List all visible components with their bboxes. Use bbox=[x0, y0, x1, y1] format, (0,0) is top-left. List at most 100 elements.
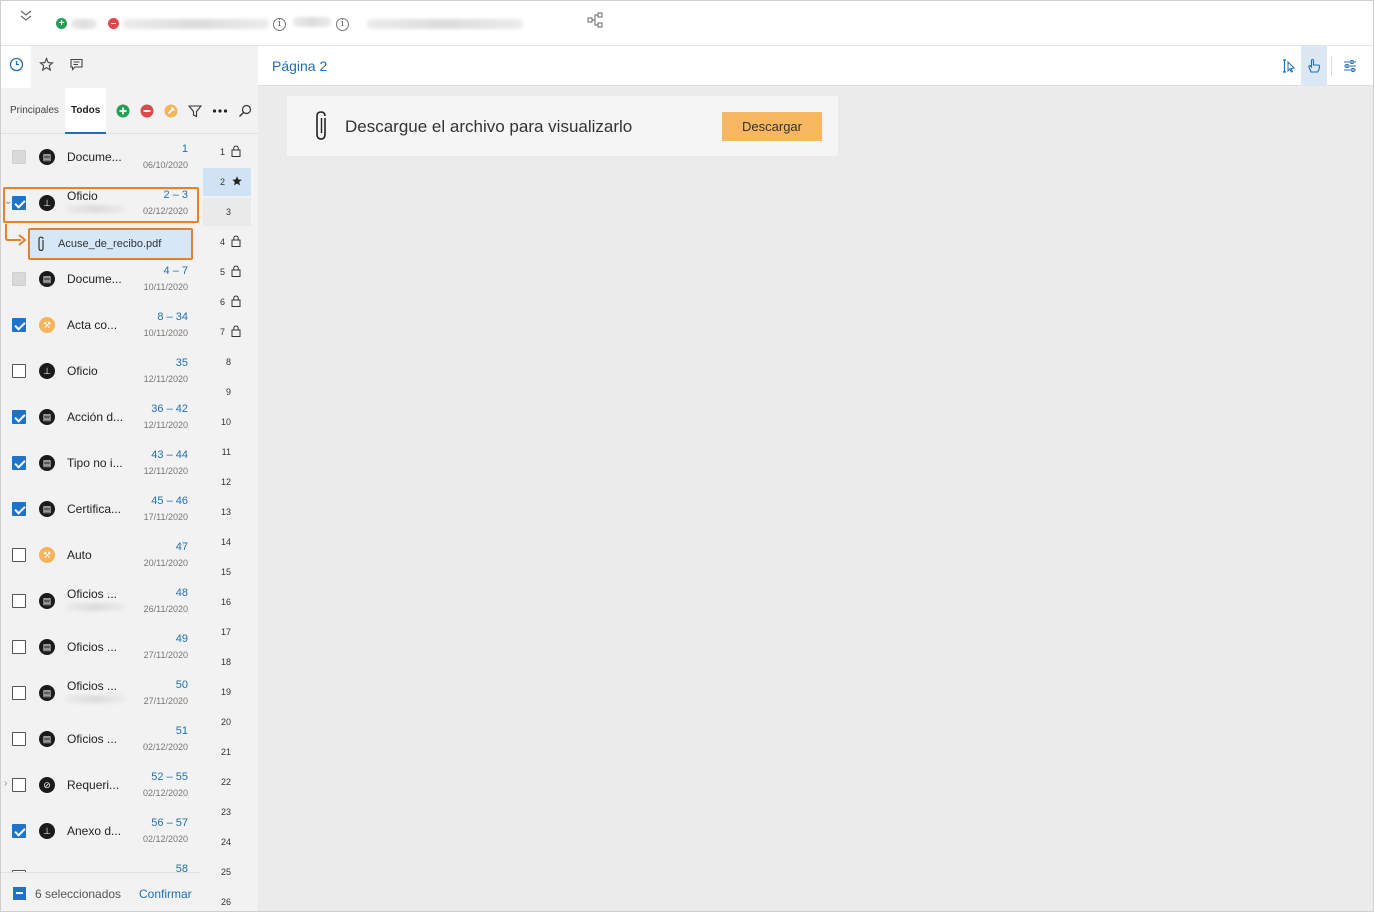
page-thumb-8[interactable]: 8 bbox=[203, 348, 251, 376]
hierarchy-icon[interactable] bbox=[587, 12, 603, 33]
page-thumb-5[interactable]: 5 bbox=[203, 258, 251, 286]
page-thumb-6[interactable]: 6 bbox=[203, 288, 251, 316]
row-page-range[interactable]: 47 bbox=[176, 541, 188, 553]
list-item[interactable]: ▤ Oficios ... 48 26/11/2020 bbox=[1, 578, 201, 624]
list-item[interactable]: ▤ Tipo no i... 43 – 44 12/11/2020 bbox=[1, 440, 201, 486]
list-item[interactable]: ▤ Oficios ... 50 27/11/2020 bbox=[1, 670, 201, 716]
row-page-range[interactable]: 4 – 7 bbox=[164, 265, 188, 277]
page-thumb-17[interactable]: 17 bbox=[203, 618, 251, 646]
page-thumb-10[interactable]: 10 bbox=[203, 408, 251, 436]
row-page-range[interactable]: 48 bbox=[176, 587, 188, 599]
page-thumb-9[interactable]: 9 bbox=[203, 378, 251, 406]
row-page-range[interactable]: 50 bbox=[176, 679, 188, 691]
collapse-chevrons-icon[interactable] bbox=[17, 9, 35, 25]
row-checkbox[interactable] bbox=[12, 732, 26, 746]
row-checkbox[interactable] bbox=[12, 594, 26, 608]
tab-comments[interactable] bbox=[61, 46, 91, 88]
tab-principales[interactable]: Principales bbox=[4, 88, 65, 134]
more-options-icon[interactable] bbox=[212, 104, 228, 118]
remove-document-icon[interactable] bbox=[140, 104, 154, 118]
row-page-range[interactable]: 51 bbox=[176, 725, 188, 737]
list-item[interactable]: ▤ Certifica... 45 – 46 17/11/2020 bbox=[1, 486, 201, 532]
tab-favorites[interactable] bbox=[31, 46, 61, 88]
page-thumb-22[interactable]: 22 bbox=[203, 768, 251, 796]
download-button[interactable]: Descargar bbox=[722, 112, 822, 141]
list-item[interactable]: ⚒ Acta co... 8 – 34 10/11/2020 bbox=[1, 302, 201, 348]
deselect-all-checkbox[interactable] bbox=[13, 887, 26, 900]
page-thumb-2[interactable]: 2 bbox=[203, 168, 251, 196]
attachment-item[interactable]: Acuse_de_recibo.pdf bbox=[28, 228, 193, 260]
info-icon[interactable]: i bbox=[273, 18, 286, 31]
row-checkbox[interactable] bbox=[12, 548, 26, 562]
list-item[interactable]: ⊥ Oficio 35 12/11/2020 bbox=[1, 348, 201, 394]
row-page-range[interactable]: 56 – 57 bbox=[151, 817, 188, 829]
page-thumb-16[interactable]: 16 bbox=[203, 588, 251, 616]
page-number: 3 bbox=[225, 207, 231, 217]
page-thumb-24[interactable]: 24 bbox=[203, 828, 251, 856]
expand-arrow-icon[interactable]: › bbox=[4, 778, 7, 789]
search-icon[interactable] bbox=[238, 104, 252, 118]
row-page-range[interactable]: 52 – 55 bbox=[151, 771, 188, 783]
list-item[interactable]: ▤ Oficios ... 51 02/12/2020 bbox=[1, 716, 201, 762]
page-thumb-1[interactable]: 1 bbox=[203, 138, 251, 166]
tab-history[interactable] bbox=[1, 46, 31, 88]
page-thumb-20[interactable]: 20 bbox=[203, 708, 251, 736]
gavel-filter-icon[interactable] bbox=[164, 104, 178, 118]
list-item[interactable]: ▤ Acción d... 36 – 42 12/11/2020 bbox=[1, 394, 201, 440]
page-number: 4 bbox=[219, 237, 225, 247]
page-thumb-12[interactable]: 12 bbox=[203, 468, 251, 496]
page-thumb-26[interactable]: 26 bbox=[203, 888, 251, 911]
lock-icon bbox=[231, 325, 241, 337]
row-page-range[interactable]: 35 bbox=[176, 357, 188, 369]
settings-sliders-icon[interactable] bbox=[1337, 46, 1363, 86]
page-thumb-4[interactable]: 4 bbox=[203, 228, 251, 256]
page-thumb-19[interactable]: 19 bbox=[203, 678, 251, 706]
info-icon[interactable]: i bbox=[336, 18, 349, 31]
highlight-box bbox=[3, 187, 199, 223]
list-item[interactable]: ▤ Docume... 4 – 7 10/11/2020 bbox=[1, 256, 201, 302]
page-thumb-23[interactable]: 23 bbox=[203, 798, 251, 826]
remove-icon[interactable]: – bbox=[108, 18, 119, 29]
row-checkbox[interactable] bbox=[12, 410, 26, 424]
tab-todos[interactable]: Todos bbox=[65, 88, 107, 134]
row-date: 20/11/2020 bbox=[143, 558, 188, 568]
row-page-range[interactable]: 8 – 34 bbox=[157, 311, 188, 323]
document-list: ▤ Docume... 1 06/10/2020 ⊥ Oficio 2 – 3 02/12/2… bbox=[1, 134, 201, 911]
add-icon[interactable]: + bbox=[56, 18, 67, 29]
row-checkbox[interactable] bbox=[12, 150, 26, 164]
list-item[interactable]: ⊘ Requeri... 52 – 55 02/12/2020 › bbox=[1, 762, 201, 808]
confirm-button[interactable]: Confirmar bbox=[139, 887, 192, 901]
row-checkbox[interactable] bbox=[12, 456, 26, 470]
row-checkbox[interactable] bbox=[12, 318, 26, 332]
row-checkbox[interactable] bbox=[12, 686, 26, 700]
row-page-range[interactable]: 45 – 46 bbox=[151, 495, 188, 507]
text-select-tool-icon[interactable] bbox=[1275, 46, 1301, 86]
page-thumb-11[interactable]: 11 bbox=[203, 438, 251, 466]
gavel-icon: ⚒ bbox=[39, 317, 55, 333]
row-checkbox[interactable] bbox=[12, 824, 26, 838]
list-item[interactable]: ⚒ Auto 47 20/11/2020 bbox=[1, 532, 201, 578]
add-document-icon[interactable] bbox=[116, 104, 130, 118]
page-thumb-25[interactable]: 25 bbox=[203, 858, 251, 886]
row-page-range[interactable]: 43 – 44 bbox=[151, 449, 188, 461]
row-checkbox[interactable] bbox=[12, 364, 26, 378]
row-page-range[interactable]: 1 bbox=[182, 143, 188, 155]
filter-icon[interactable] bbox=[187, 104, 203, 118]
page-thumb-13[interactable]: 13 bbox=[203, 498, 251, 526]
page-thumb-15[interactable]: 15 bbox=[203, 558, 251, 586]
row-checkbox[interactable] bbox=[12, 778, 26, 792]
row-checkbox[interactable] bbox=[12, 502, 26, 516]
page-thumb-18[interactable]: 18 bbox=[203, 648, 251, 676]
row-page-range[interactable]: 49 bbox=[176, 633, 188, 645]
page-thumb-14[interactable]: 14 bbox=[203, 528, 251, 556]
row-checkbox[interactable] bbox=[12, 640, 26, 654]
page-thumb-3[interactable]: 3 bbox=[203, 198, 251, 226]
row-checkbox[interactable] bbox=[12, 272, 26, 286]
list-item[interactable]: ⊥ Anexo d... 56 – 57 02/12/2020 bbox=[1, 808, 201, 854]
hand-tool-icon[interactable] bbox=[1301, 46, 1327, 86]
page-thumb-21[interactable]: 21 bbox=[203, 738, 251, 766]
page-thumb-7[interactable]: 7 bbox=[203, 318, 251, 346]
list-item[interactable]: ▤ Oficios ... 49 27/11/2020 bbox=[1, 624, 201, 670]
row-page-range[interactable]: 36 – 42 bbox=[151, 403, 188, 415]
list-item[interactable]: ▤ Docume... 1 06/10/2020 bbox=[1, 134, 201, 180]
